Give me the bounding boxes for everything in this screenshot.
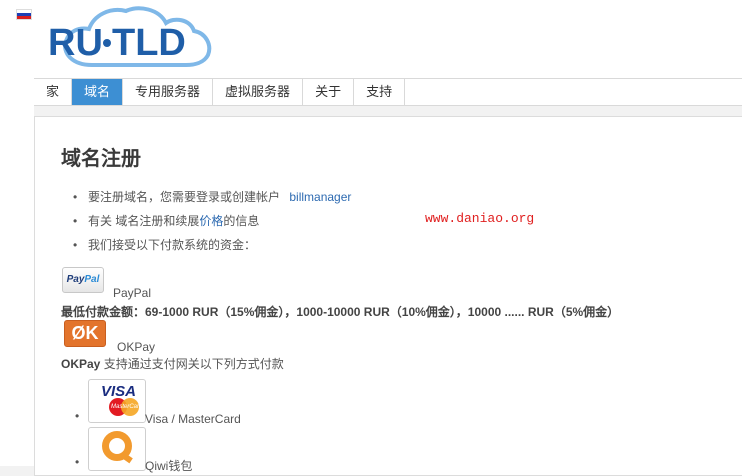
visa-mastercard-logo[interactable]: VISA MasterCard	[88, 379, 146, 423]
register-text: 要注册域名，您需要登录或创建帐户	[88, 190, 281, 204]
rutld-logo[interactable]: RU TLD	[44, 1, 214, 75]
okpay-label: OKPay	[117, 340, 156, 354]
russia-flag-icon[interactable]	[16, 9, 32, 20]
nav-domains[interactable]: 域名	[72, 79, 124, 105]
okpay-logo[interactable]: ØK	[64, 320, 106, 347]
visa-mastercard-label: Visa / MasterCard	[145, 412, 241, 426]
nav-dedicated-servers[interactable]: 专用服务器	[123, 79, 214, 105]
nav-virtual-servers[interactable]: 虚拟服务器	[213, 79, 304, 105]
nav-support[interactable]: 支持	[354, 79, 406, 105]
payment-systems-text: 我们接受以下付款系统的资金：	[88, 238, 257, 252]
watermark-text: www.daniao.org	[425, 211, 535, 226]
paypal-label: PayPal	[113, 286, 152, 300]
list-item: 我们接受以下付款系统的资金：	[61, 235, 351, 259]
list-bullet: •	[75, 455, 80, 469]
qiwi-logo[interactable]	[88, 427, 146, 471]
list-item: 有关 域名注册和续展价格的信息	[61, 211, 351, 235]
svg-text:TLD: TLD	[112, 22, 186, 64]
site-header: RU TLD	[34, 0, 742, 78]
list-bullet: •	[75, 409, 80, 423]
logo-text: RU	[48, 22, 103, 64]
info-list: 要注册域名，您需要登录或创建帐户 billmanager 有关 域名注册和续展价…	[61, 187, 351, 259]
list-item: 要注册域名，您需要登录或创建帐户 billmanager	[61, 187, 351, 211]
main-nav: 家 域名 专用服务器 虚拟服务器 关于 支持	[34, 78, 742, 106]
min-payment-text: 最低付款金额：69-1000 RUR（15%佣金），1000-10000 RUR…	[61, 305, 620, 319]
page-title: 域名注册	[61, 148, 141, 170]
left-gutter	[0, 0, 34, 466]
pricing-pre-text: 有关 域名注册和续展	[88, 214, 200, 228]
nav-home[interactable]: 家	[34, 79, 73, 105]
paypal-logo[interactable]: PayPal	[62, 267, 104, 293]
billmanager-link[interactable]: billmanager	[289, 190, 351, 204]
content-panel: 域名注册 要注册域名，您需要登录或创建帐户 billmanager 有关 域名注…	[34, 116, 742, 476]
price-link[interactable]: 价格	[199, 214, 223, 228]
pricing-post-text: 的信息	[223, 214, 260, 228]
okpay-description: OKPay 支持通过支付网关以下列方式付款	[61, 357, 284, 371]
nav-about[interactable]: 关于	[303, 79, 355, 105]
